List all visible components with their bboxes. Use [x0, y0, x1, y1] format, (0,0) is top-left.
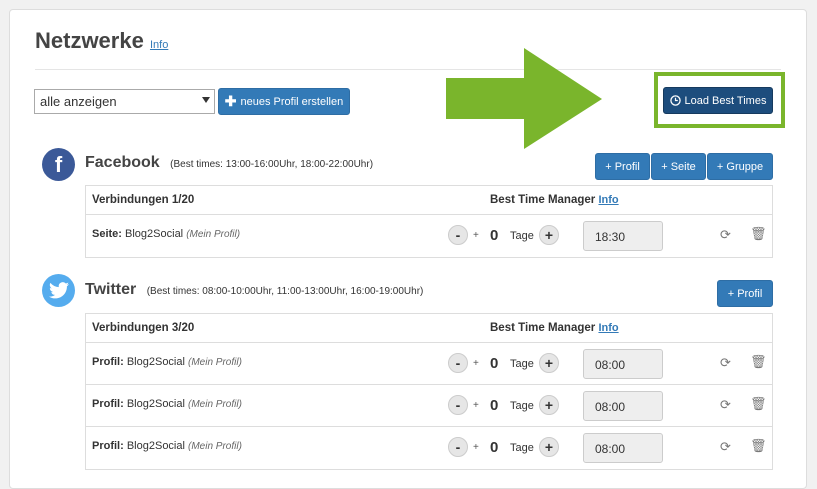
facebook-add-page-button[interactable]: + Seite: [651, 153, 706, 180]
trash-icon[interactable]: 🗑: [750, 438, 767, 454]
facebook-header: Facebook (Best times: 13:00-16:00Uhr, 18…: [85, 154, 374, 171]
networks-panel: Netzwerke Info alle anzeigen ✚ neues Pro…: [9, 9, 807, 489]
trash-icon[interactable]: 🗑: [750, 396, 767, 412]
chevron-down-icon: [202, 97, 210, 103]
days-value: 0: [490, 227, 499, 244]
refresh-icon[interactable]: ⟳: [720, 439, 731, 455]
decrease-days-button[interactable]: -: [448, 225, 468, 245]
clock-icon: [669, 95, 681, 106]
twitter-header: Twitter (Best times: 08:00-10:00Uhr, 11:…: [85, 281, 424, 298]
table-row: Profil: Blog2Social (Mein Profil) - + 0 …: [86, 343, 772, 385]
facebook-connections-table: Verbindungen 1/20 Best Time Manager Info…: [85, 185, 773, 258]
refresh-icon[interactable]: ⟳: [720, 397, 731, 413]
decrease-days-button[interactable]: -: [448, 353, 468, 373]
time-input[interactable]: 18:30: [583, 221, 663, 251]
manager-info-link[interactable]: Info: [598, 322, 618, 334]
trash-icon[interactable]: 🗑: [750, 226, 767, 242]
increase-days-button[interactable]: +: [539, 395, 559, 415]
twitter-icon: [42, 274, 75, 307]
table-row: Profil: Blog2Social (Mein Profil) - + 0 …: [86, 385, 772, 427]
facebook-icon: f: [42, 148, 75, 181]
table-header: Verbindungen 1/20 Best Time Manager Info: [86, 186, 772, 215]
days-value: 0: [490, 355, 499, 372]
time-input[interactable]: 08:00: [583, 391, 663, 421]
days-value: 0: [490, 439, 499, 456]
time-input[interactable]: 08:00: [583, 433, 663, 463]
manager-info-link[interactable]: Info: [598, 194, 618, 206]
table-row: Seite: Blog2Social (Mein Profil) - + 0 T…: [86, 215, 772, 257]
page-title: Netzwerke Info: [35, 28, 169, 53]
table-row: Profil: Blog2Social (Mein Profil) - + 0 …: [86, 427, 772, 469]
load-best-times-button[interactable]: Load Best Times: [663, 87, 773, 114]
plus-icon: ✚: [224, 93, 237, 109]
table-header: Verbindungen 3/20 Best Time Manager Info: [86, 314, 772, 343]
decrease-days-button[interactable]: -: [448, 437, 468, 457]
title-info-link[interactable]: Info: [150, 39, 168, 51]
divider: [35, 69, 781, 70]
green-arrow-icon: [446, 48, 602, 149]
increase-days-button[interactable]: +: [539, 225, 559, 245]
increase-days-button[interactable]: +: [539, 437, 559, 457]
twitter-add-profile-button[interactable]: + Profil: [717, 280, 773, 307]
decrease-days-button[interactable]: -: [448, 395, 468, 415]
refresh-icon[interactable]: ⟳: [720, 227, 731, 243]
trash-icon[interactable]: 🗑: [750, 354, 767, 370]
twitter-connections-table: Verbindungen 3/20 Best Time Manager Info…: [85, 313, 773, 470]
network-filter-select[interactable]: alle anzeigen: [34, 89, 215, 114]
new-profile-button[interactable]: ✚ neues Profil erstellen: [218, 88, 350, 115]
increase-days-button[interactable]: +: [539, 353, 559, 373]
facebook-add-group-button[interactable]: + Gruppe: [707, 153, 773, 180]
days-value: 0: [490, 397, 499, 414]
facebook-add-profile-button[interactable]: + Profil: [595, 153, 650, 180]
time-input[interactable]: 08:00: [583, 349, 663, 379]
refresh-icon[interactable]: ⟳: [720, 355, 731, 371]
